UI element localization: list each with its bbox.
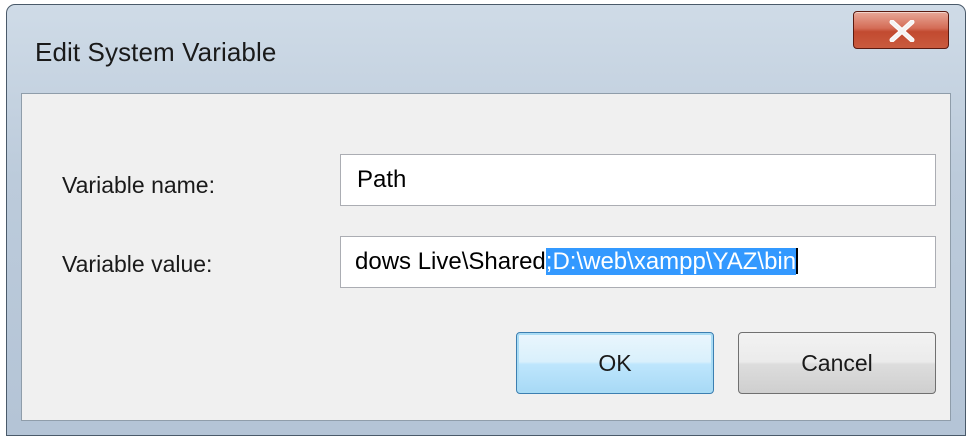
variable-value-selected-text: ;D:\web\xampp\YAZ\bin (545, 248, 797, 275)
variable-name-field[interactable]: Path (340, 154, 936, 206)
variable-value-field[interactable]: dows Live\Shared;D:\web\xampp\YAZ\bin (340, 236, 936, 288)
window-title: Edit System Variable (35, 37, 277, 67)
variable-name-label: Variable name: (62, 172, 215, 198)
text-caret (796, 248, 799, 274)
variable-name-value: Path (357, 166, 407, 193)
variable-value-unselected-text: dows Live\Shared (355, 248, 546, 275)
close-button[interactable] (853, 11, 949, 49)
close-icon (889, 20, 915, 42)
cancel-button[interactable]: Cancel (738, 332, 936, 394)
variable-value-text: dows Live\Shared;D:\web\xampp\YAZ\bin (355, 248, 799, 276)
variable-value-label: Variable value: (62, 251, 213, 277)
title-bar[interactable]: Edit System Variable (7, 5, 965, 93)
ok-button[interactable]: OK (516, 332, 714, 394)
edit-system-variable-dialog: Edit System Variable Variable name: Path… (6, 4, 966, 436)
dialog-body: Variable name: Path Variable value: dows… (21, 93, 951, 421)
